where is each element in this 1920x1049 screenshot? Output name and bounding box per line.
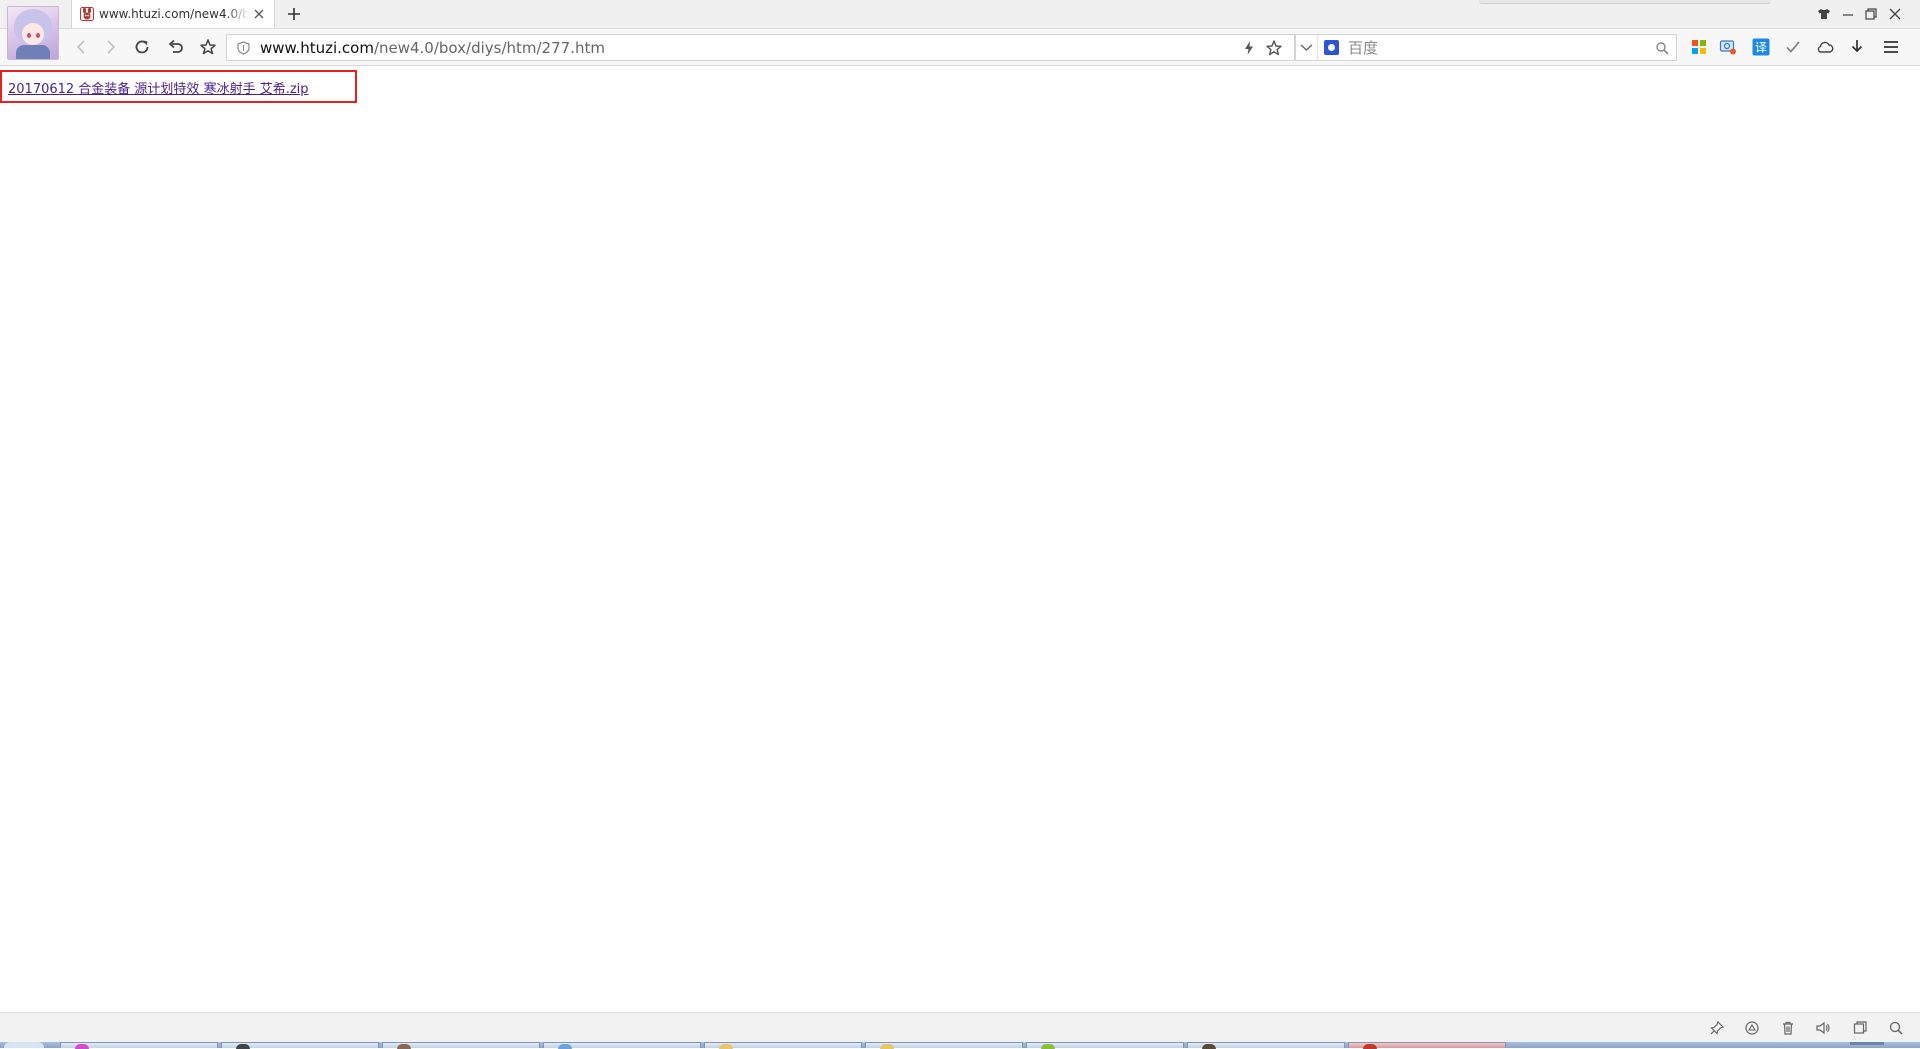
translate-icon[interactable]: 译 [1752, 38, 1770, 56]
security-shield-icon[interactable] [237, 41, 250, 55]
tab-title: www.htuzi.com/new4.0/box/diys/htm/277.ht… [99, 7, 249, 21]
bookmark-star-icon[interactable] [1265, 39, 1283, 57]
volume-icon[interactable] [1815, 1020, 1831, 1036]
user-avatar[interactable] [7, 6, 59, 60]
navigation-bar: www.htuzi.com/new4.0/box/diys/htm/277.ht… [0, 28, 1920, 66]
browser-tab[interactable]: www.htuzi.com/new4.0/box/diys/htm/277.ht… [71, 0, 275, 28]
search-engine-dropdown[interactable] [1296, 35, 1318, 60]
page-content [0, 66, 1920, 1012]
url-path: /new4.0/box/diys/htm/277.htm [373, 39, 605, 57]
shirt-skin-icon[interactable] [1817, 7, 1831, 21]
apps-grid-icon[interactable] [1690, 38, 1708, 56]
pin-icon[interactable] [1709, 1020, 1725, 1036]
taskbar-button[interactable] [543, 1042, 701, 1049]
cloud-icon[interactable] [1816, 38, 1834, 56]
status-bar [0, 1012, 1920, 1042]
taskbar-button[interactable] [221, 1042, 379, 1049]
popup-edge [1479, 0, 1771, 4]
taskbar-button[interactable] [1026, 1042, 1184, 1049]
speed-accelerator-icon[interactable] [1744, 1020, 1760, 1036]
search-bar[interactable] [1295, 34, 1677, 61]
reload-icon[interactable] [132, 37, 152, 57]
taskbar-button[interactable] [1348, 1042, 1506, 1049]
screenshot-icon[interactable] [1719, 38, 1737, 56]
rabbit-favicon-icon [80, 7, 94, 21]
address-url: www.htuzi.com/new4.0/box/diys/htm/277.ht… [260, 39, 605, 57]
taskbar-button[interactable] [704, 1042, 862, 1049]
minimize-icon[interactable] [1841, 7, 1855, 21]
taskbar-button[interactable] [1187, 1042, 1345, 1049]
baidu-icon [1324, 40, 1339, 55]
search-icon[interactable] [1655, 41, 1669, 55]
restore-icon[interactable] [1864, 7, 1878, 21]
system-clock[interactable] [1850, 1042, 1884, 1045]
taskbar-button[interactable] [382, 1042, 540, 1049]
menu-icon[interactable] [1882, 38, 1900, 56]
search-input[interactable] [1346, 37, 1650, 59]
lightning-mode-icon[interactable] [1241, 40, 1257, 56]
start-button[interactable] [4, 1042, 44, 1048]
new-tab-icon[interactable] [286, 6, 302, 22]
download-file-link[interactable]: 20170612 合金装备 源计划特效 寒冰射手 艾希.zip [8, 78, 309, 97]
taskbar-button[interactable] [60, 1042, 218, 1049]
tab-strip: www.htuzi.com/new4.0/box/diys/htm/277.ht… [0, 0, 1920, 60]
forward-icon[interactable] [100, 37, 120, 57]
address-bar[interactable]: www.htuzi.com/new4.0/box/diys/htm/277.ht… [226, 34, 1295, 61]
zoom-icon[interactable] [1888, 1020, 1904, 1036]
undo-icon[interactable] [166, 37, 186, 57]
close-window-icon[interactable] [1888, 7, 1902, 21]
window-mode-icon[interactable] [1852, 1020, 1868, 1036]
chevron-down-icon [1300, 44, 1313, 51]
close-tab-icon[interactable] [253, 8, 265, 20]
checkmark-icon[interactable] [1784, 38, 1802, 56]
taskbar-button[interactable] [865, 1042, 1023, 1049]
favorite-star-icon[interactable] [198, 37, 218, 57]
url-host: www.htuzi.com [260, 39, 374, 57]
download-icon[interactable] [1848, 38, 1866, 56]
trash-icon[interactable] [1780, 1020, 1796, 1036]
svg-text:译: 译 [1755, 41, 1767, 55]
os-taskbar [0, 1042, 1920, 1049]
back-icon[interactable] [72, 37, 92, 57]
